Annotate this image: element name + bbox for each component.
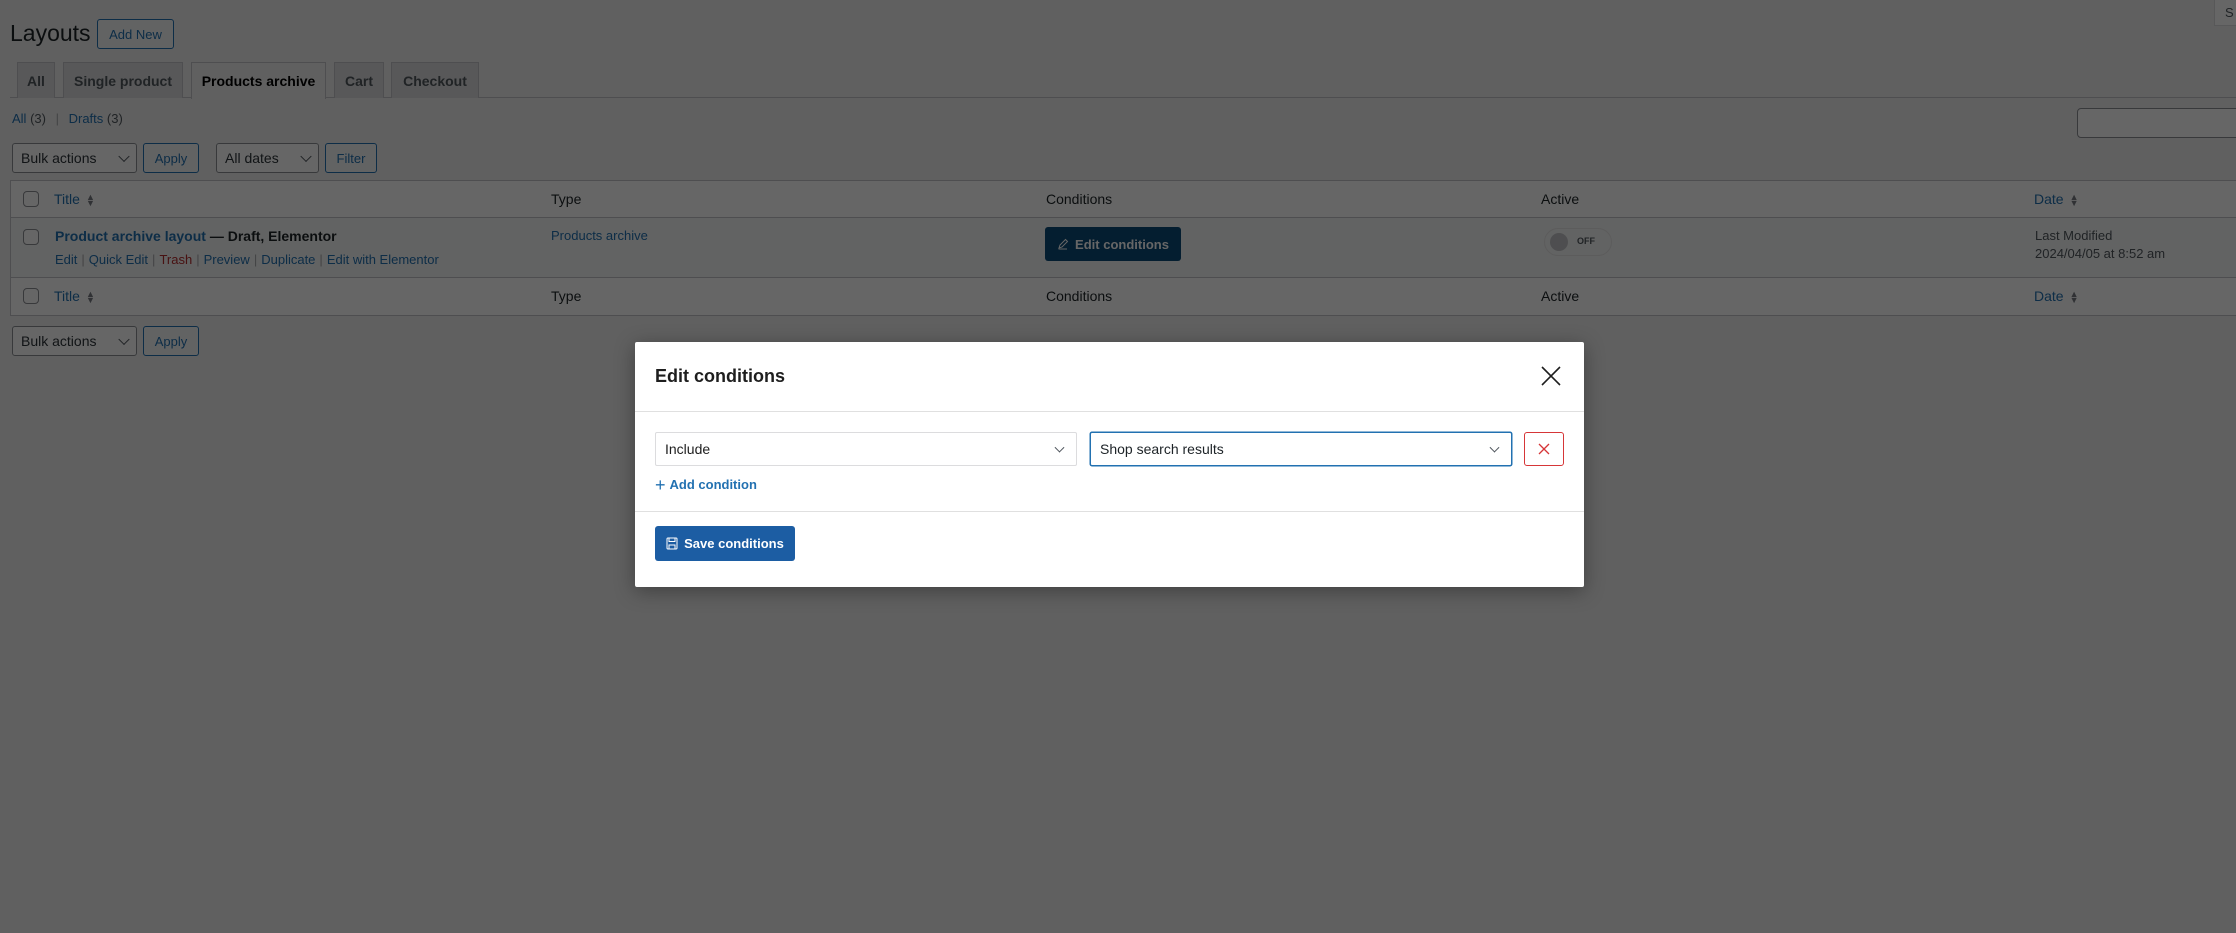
- condition-target-select[interactable]: Shop search results: [1090, 432, 1512, 466]
- chevron-down-icon: [1489, 442, 1500, 453]
- chevron-down-icon: [1054, 442, 1065, 453]
- plus-icon: +: [655, 474, 666, 495]
- modal-header: Edit conditions: [635, 342, 1584, 412]
- condition-mode-select[interactable]: Include: [655, 432, 1077, 466]
- remove-condition-button[interactable]: [1524, 432, 1564, 466]
- modal-title: Edit conditions: [655, 366, 785, 386]
- condition-target-value: Shop search results: [1100, 441, 1224, 457]
- add-condition-label: Add condition: [669, 477, 757, 492]
- save-icon: [666, 537, 678, 550]
- close-icon[interactable]: [1538, 363, 1564, 389]
- save-conditions-label: Save conditions: [684, 536, 784, 551]
- add-condition-button[interactable]: + Add condition: [655, 474, 757, 495]
- modal-body: Include Shop search results + Add condit…: [635, 412, 1584, 512]
- save-conditions-button[interactable]: Save conditions: [655, 526, 795, 561]
- condition-mode-value: Include: [665, 441, 711, 457]
- edit-conditions-modal: Edit conditions Include Shop search resu…: [635, 342, 1584, 587]
- close-icon: [1538, 443, 1550, 455]
